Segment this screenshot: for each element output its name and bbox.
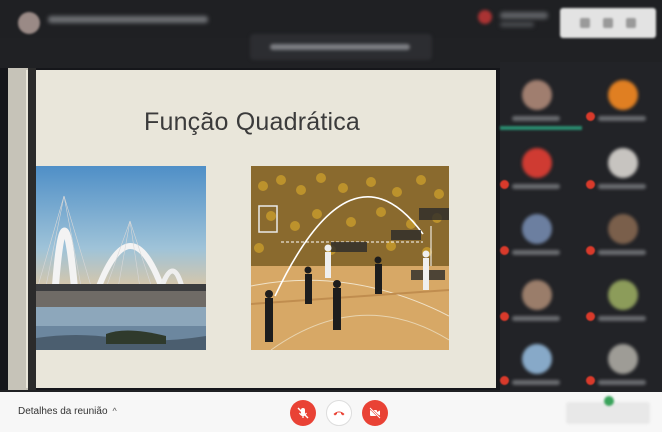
slide-title: Função Quadrática (144, 108, 361, 136)
participant-name (598, 316, 646, 321)
muted-icon (586, 246, 595, 255)
participant-avatar (608, 148, 638, 178)
muted-icon (500, 312, 509, 321)
videocam-off-icon (369, 407, 381, 419)
call-end-icon (333, 411, 345, 416)
chat-icon[interactable] (603, 18, 613, 28)
presentation-banner[interactable] (250, 34, 432, 60)
meeting-details-button[interactable]: Detalhes da reunião ^ (18, 406, 117, 417)
people-icon[interactable] (580, 18, 590, 28)
activities-icon[interactable] (626, 18, 636, 28)
muted-icon (500, 180, 509, 189)
muted-icon (586, 112, 595, 121)
presentation-banner-text (270, 44, 410, 50)
bridge-image (36, 166, 206, 350)
participant-name (598, 184, 646, 189)
basketball-image (251, 166, 449, 350)
participant-tile[interactable] (586, 140, 658, 198)
bottom-controls-bar: Detalhes da reunião ^ (0, 392, 662, 432)
participant-avatar (608, 214, 638, 244)
slide-edge (8, 68, 28, 390)
participant-name (512, 250, 560, 255)
participant-name (598, 116, 646, 121)
user-avatar (478, 10, 492, 24)
presenter-avatar (18, 12, 40, 34)
participant-name (598, 380, 646, 385)
top-bar (0, 0, 662, 38)
user-name (500, 12, 548, 19)
meeting-details-label: Detalhes da reunião (18, 406, 108, 417)
participant-tile[interactable] (586, 72, 658, 130)
muted-icon (586, 180, 595, 189)
participant-avatar (522, 214, 552, 244)
mic-toggle-button[interactable] (290, 400, 316, 426)
camera-toggle-button[interactable] (362, 400, 388, 426)
slide-divider (28, 68, 36, 390)
participant-avatar (522, 80, 552, 110)
participant-name (512, 380, 560, 385)
participant-name (512, 316, 560, 321)
participant-tile[interactable] (586, 336, 658, 394)
meeting-window: Função Quadrática Detalhes da reunião ^ (0, 0, 662, 432)
participant-avatar (522, 148, 552, 178)
participant-avatar (608, 280, 638, 310)
participant-tile[interactable] (586, 206, 658, 264)
participant-tile[interactable] (500, 206, 572, 264)
participant-avatar (522, 280, 552, 310)
participant-name (598, 250, 646, 255)
participant-avatar (522, 344, 552, 374)
user-status (500, 22, 534, 27)
participant-tile[interactable] (500, 72, 572, 130)
muted-icon (500, 376, 509, 385)
participant-tile[interactable] (500, 336, 572, 394)
presenting-indicator (604, 396, 614, 406)
muted-icon (586, 312, 595, 321)
chevron-up-icon: ^ (112, 406, 117, 416)
participant-tile[interactable] (500, 140, 572, 198)
top-actions-panel[interactable] (560, 8, 656, 38)
participant-tile[interactable] (500, 272, 572, 330)
participant-avatar (608, 80, 638, 110)
participant-avatar (608, 344, 638, 374)
participant-name (512, 116, 560, 121)
mic-off-icon (297, 407, 309, 419)
presenter-title (48, 16, 208, 23)
leave-call-button[interactable] (326, 400, 352, 426)
muted-icon (586, 376, 595, 385)
participant-tile[interactable] (586, 272, 658, 330)
participant-name (512, 184, 560, 189)
muted-icon (500, 246, 509, 255)
